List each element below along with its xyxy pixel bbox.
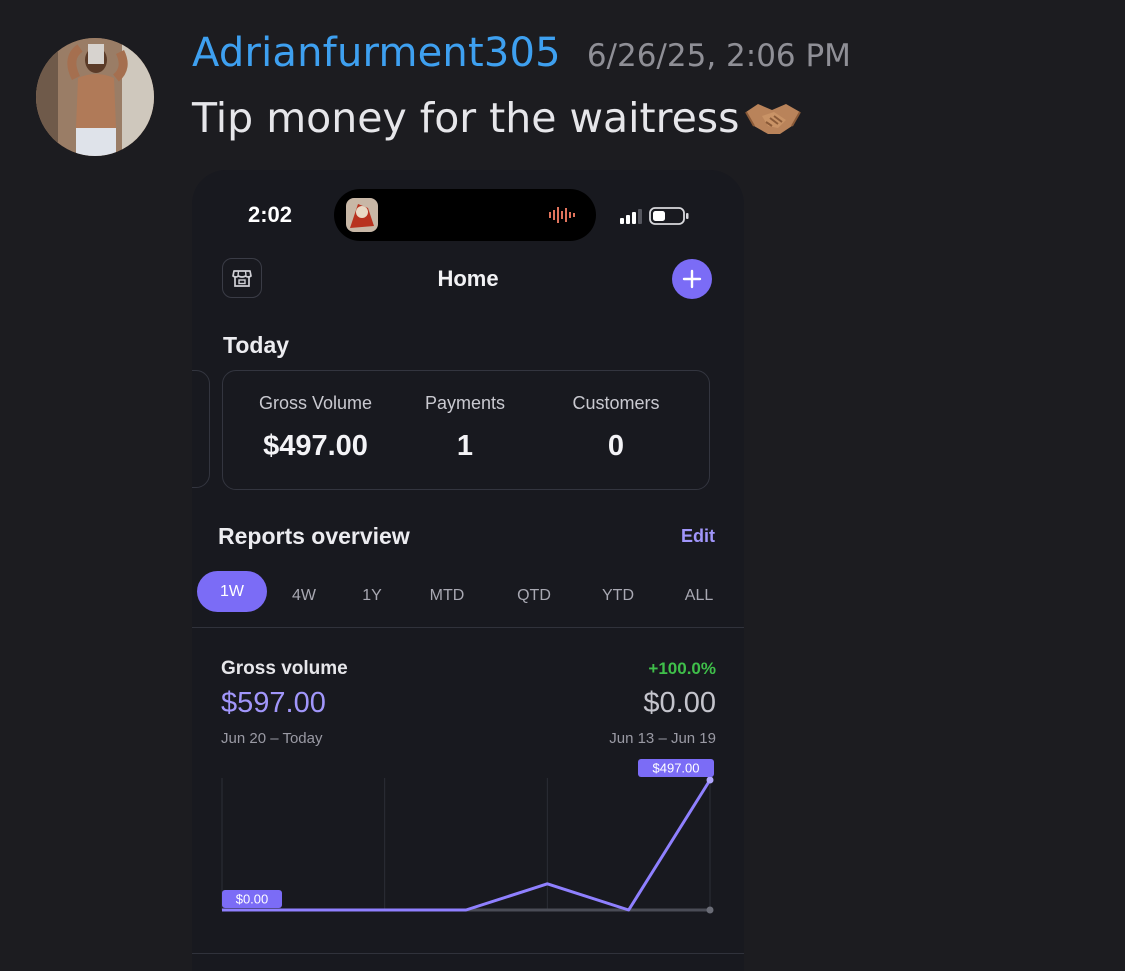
status-bar-icons: [620, 206, 692, 231]
edit-reports-link[interactable]: Edit: [681, 526, 715, 547]
today-stats-card[interactable]: Gross Volume $497.00 Payments 1 Customer…: [222, 370, 710, 490]
page-title: Home: [437, 266, 499, 291]
stat-value: 1: [456, 430, 474, 462]
chart-point-baseline-end: [706, 906, 714, 914]
range-tab-4w[interactable]: 4W: [284, 582, 324, 610]
phone-screenshot[interactable]: 2:02 Home Today Gross Volume $497.00 Pay…: [192, 170, 744, 971]
stat-label: Gross Volume: [258, 393, 373, 413]
avatar[interactable]: [36, 38, 154, 156]
stat-gross-volume: Gross Volume $497.00: [243, 393, 388, 463]
now-playing-artwork-icon: [346, 198, 378, 232]
stat-customers: Customers 0: [556, 393, 676, 463]
range-tab-1y[interactable]: 1Y: [354, 582, 390, 610]
range-tab-1w[interactable]: 1W: [197, 571, 267, 612]
chart-point-last: [706, 776, 714, 784]
stat-value: 0: [607, 430, 625, 462]
stat-payments: Payments 1: [405, 393, 525, 463]
stat-value: $497.00: [263, 430, 368, 462]
range-tab-qtd[interactable]: QTD: [510, 582, 558, 610]
section-divider-bottom: [192, 953, 744, 954]
chart-data-labels: $497.00 $0.00: [222, 759, 714, 908]
stat-label: Customers: [572, 393, 660, 413]
gross-volume-current: $597.00: [221, 687, 326, 719]
add-button[interactable]: [672, 259, 712, 299]
gross-volume-chart[interactable]: $497.00 $0.00: [192, 750, 744, 920]
svg-text:$0.00: $0.00: [236, 892, 269, 907]
chart-series: [222, 776, 714, 914]
message-header: Adrianfurment305 6/26/25, 2:06 PM: [192, 30, 851, 90]
stat-label: Payments: [424, 393, 506, 413]
plus-icon: [682, 269, 702, 289]
chart-gridlines: [221, 778, 711, 910]
battery-icon: [649, 207, 689, 225]
gross-volume-previous: $0.00: [643, 687, 716, 719]
signal-icon: [620, 209, 642, 224]
handshake-emoji-icon: [742, 96, 804, 140]
message-text: Tip money for the waitress: [192, 94, 804, 142]
range-tab-ytd[interactable]: YTD: [594, 582, 642, 610]
message-timestamp: 6/26/25, 2:06 PM: [586, 38, 851, 74]
range-tab-all[interactable]: ALL: [676, 582, 722, 610]
gross-volume-current-range: Jun 20 – Today: [221, 730, 323, 747]
chart-label-min: $0.00: [222, 890, 282, 908]
audio-waveform-icon: [548, 206, 578, 229]
message-body: Tip money for the waitress: [192, 94, 740, 142]
gross-volume-change: +100.0%: [648, 659, 716, 678]
gross-volume-previous-range: Jun 13 – Jun 19: [609, 730, 716, 747]
section-divider: [192, 627, 744, 628]
chart-series-current: [222, 779, 712, 912]
previous-card-edge[interactable]: [192, 370, 210, 488]
reports-overview-heading: Reports overview: [218, 523, 410, 549]
username[interactable]: Adrianfurment305: [192, 30, 561, 76]
dynamic-island: [334, 189, 596, 241]
chat-message-view: Adrianfurment305 6/26/25, 2:06 PM Tip mo…: [0, 0, 1125, 971]
status-bar-time: 2:02: [248, 202, 293, 227]
gross-volume-title: Gross volume: [221, 658, 348, 679]
avatar-photo: [36, 38, 154, 156]
svg-text:$497.00: $497.00: [653, 761, 700, 776]
chart-label-max: $497.00: [638, 759, 714, 777]
today-heading: Today: [223, 332, 290, 358]
range-tab-mtd[interactable]: MTD: [422, 582, 472, 610]
